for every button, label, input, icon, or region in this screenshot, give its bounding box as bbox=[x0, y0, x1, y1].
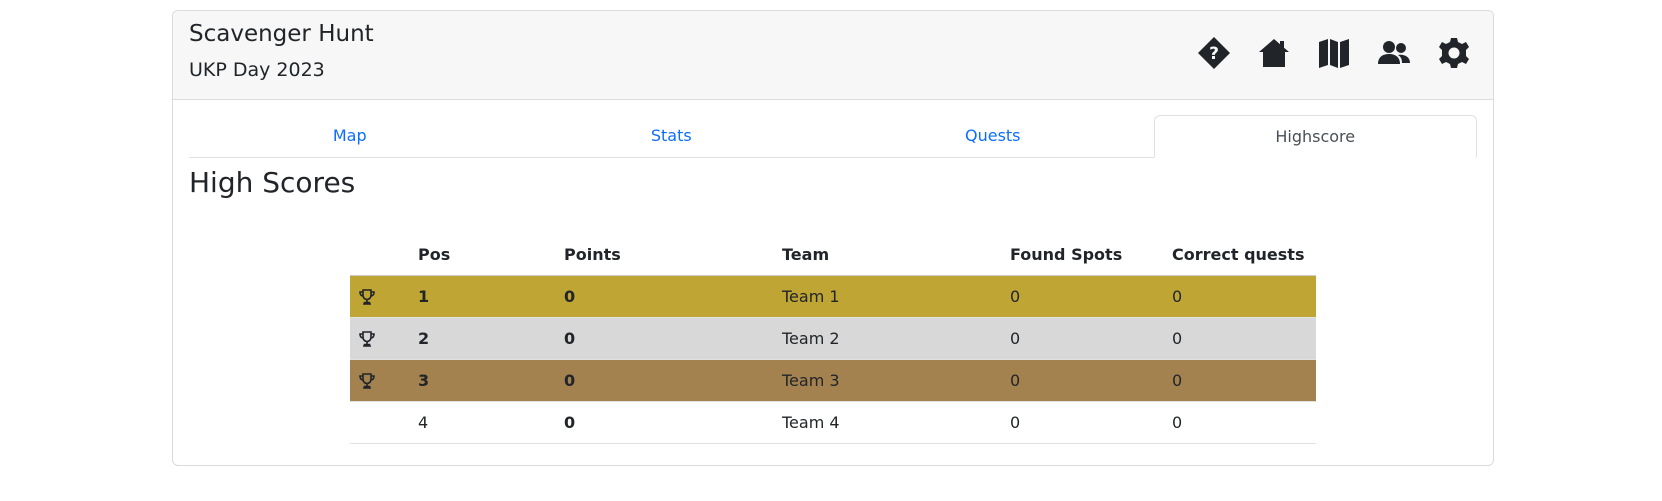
header-icon-bar: ? bbox=[1197, 36, 1471, 70]
trophy-cell bbox=[350, 401, 410, 444]
home-icon[interactable] bbox=[1257, 36, 1291, 70]
points-cell: 0 bbox=[556, 401, 774, 444]
team-cell: Team 1 bbox=[774, 275, 1002, 318]
column-header-pos: Pos bbox=[410, 233, 556, 276]
settings-icon[interactable] bbox=[1437, 36, 1471, 70]
trophy-icon bbox=[358, 372, 402, 390]
tab-highscore[interactable]: Highscore bbox=[1153, 115, 1477, 158]
trophy-cell bbox=[350, 275, 410, 318]
team-cell: Team 4 bbox=[774, 401, 1002, 444]
team-cell: Team 2 bbox=[774, 317, 1002, 360]
event-subtitle: UKP Day 2023 bbox=[189, 59, 325, 81]
found-spots-cell: 0 bbox=[1002, 317, 1164, 360]
pos-cell: 3 bbox=[410, 359, 556, 402]
trophy-icon bbox=[358, 330, 402, 348]
table-row: 4 0 Team 400 bbox=[350, 401, 1316, 444]
help-icon[interactable]: ? bbox=[1197, 36, 1231, 70]
table-row: 1 0 Team 100 bbox=[350, 275, 1316, 318]
highscore-rows: 1 0 Team 1 0 0 2 0 Team 2 0 0 3 0 Team 3 0 0 4 0 Team 400 bbox=[350, 275, 1316, 444]
app-title: Scavenger Hunt bbox=[189, 21, 374, 47]
column-header-team: Team bbox=[774, 233, 1002, 276]
trophy-cell bbox=[350, 317, 410, 360]
correct-quests-cell: 0 bbox=[1164, 359, 1316, 402]
scavenger-hunt-card: Scavenger Hunt UKP Day 2023 ? Map Stats … bbox=[172, 10, 1494, 466]
correct-quests-cell: 0 bbox=[1164, 275, 1316, 318]
table-row: 2 0 Team 200 bbox=[350, 317, 1316, 360]
table-row: 3 0 Team 300 bbox=[350, 359, 1316, 402]
correct-quests-cell: 0 bbox=[1164, 401, 1316, 444]
trophy-cell bbox=[350, 359, 410, 402]
column-header-points: Points bbox=[556, 233, 774, 276]
found-spots-cell: 0 bbox=[1002, 275, 1164, 318]
found-spots-cell: 0 bbox=[1002, 401, 1164, 444]
found-spots-cell: 0 bbox=[1002, 359, 1164, 402]
pos-cell: 1 bbox=[410, 275, 556, 318]
points-cell: 0 bbox=[556, 275, 774, 318]
column-header-correct-quests: Correct quests bbox=[1164, 233, 1316, 276]
tab-quests[interactable]: Quests bbox=[832, 115, 1154, 157]
map-icon[interactable] bbox=[1317, 36, 1351, 70]
highscore-table: Pos Points Team Found Spots Correct ques… bbox=[350, 233, 1316, 444]
column-header-icon bbox=[350, 233, 410, 276]
column-header-found-spots: Found Spots bbox=[1002, 233, 1164, 276]
tab-bar: Map Stats Quests Highscore bbox=[189, 115, 1477, 158]
team-icon[interactable] bbox=[1377, 36, 1411, 70]
team-cell: Team 3 bbox=[774, 359, 1002, 402]
points-cell: 0 bbox=[556, 359, 774, 402]
trophy-icon bbox=[358, 288, 402, 306]
table-header-row: Pos Points Team Found Spots Correct ques… bbox=[350, 233, 1316, 276]
svg-text:?: ? bbox=[1209, 44, 1219, 64]
pos-cell: 4 bbox=[410, 401, 556, 444]
tab-stats[interactable]: Stats bbox=[511, 115, 833, 157]
tab-map[interactable]: Map bbox=[189, 115, 511, 157]
page-title: High Scores bbox=[189, 166, 356, 199]
correct-quests-cell: 0 bbox=[1164, 317, 1316, 360]
points-cell: 0 bbox=[556, 317, 774, 360]
pos-cell: 2 bbox=[410, 317, 556, 360]
card-header: Scavenger Hunt UKP Day 2023 ? bbox=[173, 11, 1493, 100]
